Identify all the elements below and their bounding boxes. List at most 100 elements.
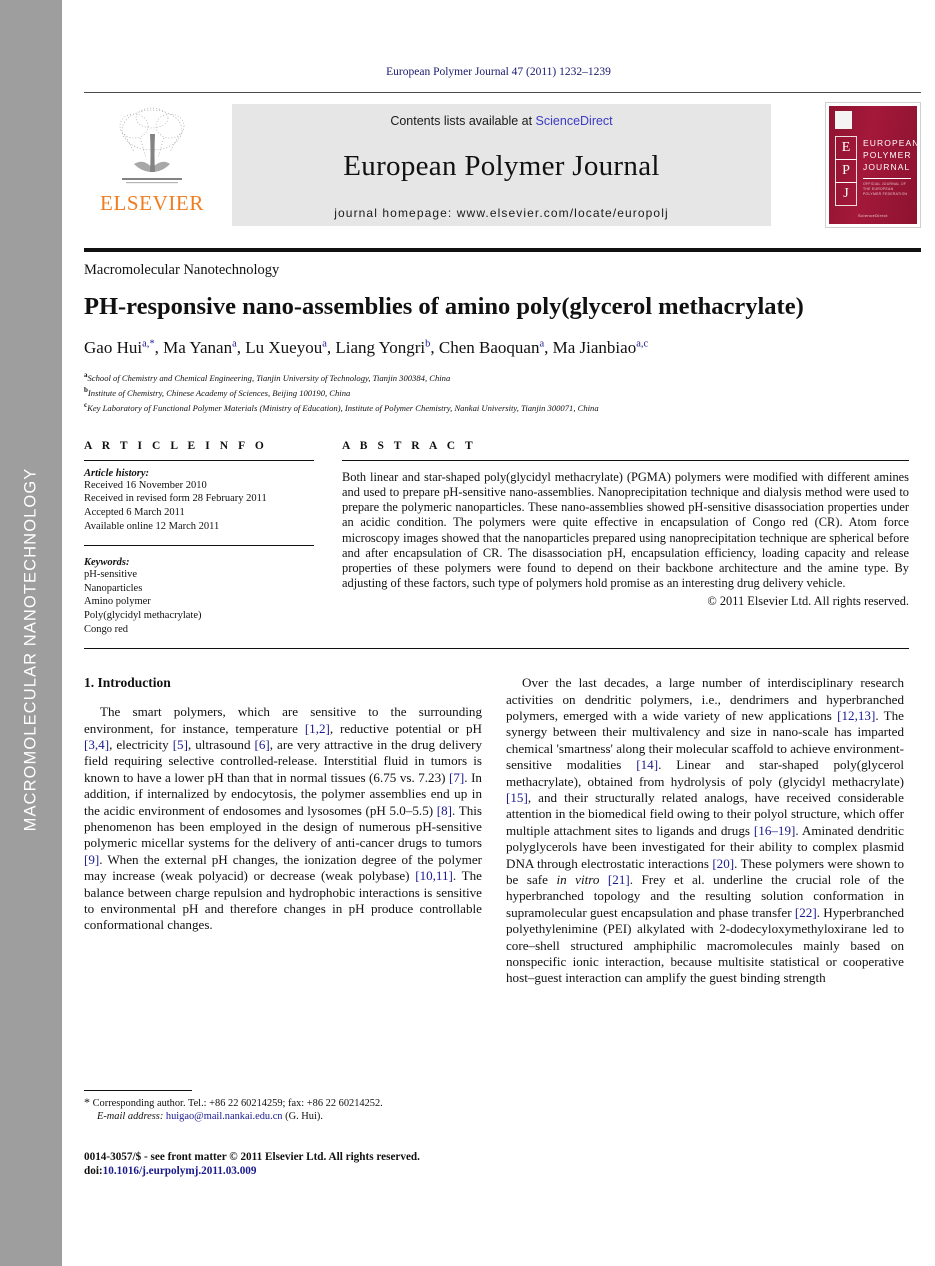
abstract-copyright: © 2011 Elsevier Ltd. All rights reserved… (707, 594, 909, 609)
cover-title-line-3: JOURNAL (863, 162, 911, 172)
abstract-rule (342, 459, 909, 461)
email-link[interactable]: huigao@mail.nankai.edu.cn (166, 1111, 283, 1122)
article-info-heading: A R T I C L E I N F O (84, 439, 268, 452)
doi-label: doi: (84, 1165, 103, 1178)
keyword-item: Nanoparticles (84, 582, 143, 594)
cover-divider (863, 178, 911, 179)
cover-title-line-1: EUROPEAN (863, 138, 917, 148)
cover-title-line-2: POLYMER (863, 150, 912, 160)
abstract-bottom-rule (84, 648, 909, 650)
author-list: Gao Huia,*, Ma Yanana, Lu Xueyoua, Liang… (84, 337, 649, 357)
keyword-item: Amino polymer (84, 596, 151, 608)
contents-available-line: Contents lists available at ScienceDirec… (232, 104, 771, 128)
footnote-rule (84, 1090, 192, 1091)
sidebar-vertical-label: MACROMOLECULAR NANOTECHNOLOGY (21, 467, 40, 832)
issn-frontmatter-line: 0014-3057/$ - see front matter © 2011 El… (84, 1151, 420, 1163)
journal-reference-line: European Polymer Journal 47 (2011) 1232–… (386, 66, 611, 78)
cover-subtitle: OFFICIAL JOURNAL OF THE EUROPEAN POLYMER… (863, 182, 908, 196)
email-note: E-mail address: huigao@mail.nankai.edu.c… (84, 1110, 482, 1123)
masthead-top-rule (84, 92, 921, 93)
cover-elsevier-mark-icon (835, 111, 852, 129)
footnote-block: * Corresponding author. Tel.: +86 22 602… (84, 1090, 482, 1123)
cover-letter-e: E (835, 136, 857, 160)
journal-cover-thumbnail: E P J EUROPEAN POLYMER JOURNAL OFFICIAL … (825, 102, 921, 228)
contents-prefix-text: Contents lists available at (390, 114, 536, 128)
article-title-block: Macromolecular Nanotechnology PH-respons… (84, 262, 909, 414)
citation-reference[interactable]: [10,11] (415, 868, 453, 883)
keyword-item: Congo red (84, 623, 129, 635)
citation-reference[interactable]: [5] (173, 737, 188, 752)
journal-cover-art: E P J EUROPEAN POLYMER JOURNAL OFFICIAL … (829, 106, 917, 224)
keyword-item: Poly(glycidyl methacrylate) (84, 609, 202, 621)
cover-epj-letters: E P J (835, 136, 857, 206)
doi-link[interactable]: 10.1016/j.eurpolymj.2011.03.009 (103, 1165, 257, 1177)
affiliation-text: Institute of Chemistry, Chinese Academy … (87, 387, 351, 398)
abstract-column: A B S T R A C T Both linear and star-sha… (342, 440, 909, 636)
citation-reference[interactable]: [1,2] (305, 721, 330, 736)
article-info-rule (84, 459, 314, 461)
cover-letter-j: J (835, 182, 857, 206)
journal-masthead: ELSEVIER Contents lists available at Sci… (84, 92, 921, 242)
affiliation-text: Key Laboratory of Functional Polymer Mat… (87, 402, 599, 413)
paragraph: Over the last decades, a large number of… (506, 675, 905, 986)
article-history-online: Available online 12 March 2011 (84, 520, 220, 532)
citation-reference[interactable]: [22] (795, 905, 817, 920)
abstract-text: Both linear and star-shaped poly(glycidy… (342, 469, 909, 591)
body-column-left: 1. Introduction The smart polymers, whic… (84, 675, 482, 987)
citation-reference[interactable]: [7] (449, 770, 464, 785)
citation-reference[interactable]: [9] (84, 852, 99, 867)
article-info-column: A R T I C L E I N F O Article history: R… (84, 440, 314, 636)
elsevier-wordmark: ELSEVIER (100, 191, 204, 215)
affiliation-list: aSchool of Chemistry and Chemical Engine… (84, 369, 909, 414)
page-title: PH-responsive nano-assemblies of amino p… (84, 293, 804, 320)
issn-doi-block: 0014-3057/$ - see front matter © 2011 El… (84, 1150, 504, 1179)
journal-title: European Polymer Journal (343, 150, 660, 182)
citation-reference[interactable]: [20] (712, 856, 734, 871)
section-kicker: Macromolecular Nanotechnology (84, 262, 280, 278)
citation-reference[interactable]: [3,4] (84, 737, 109, 752)
elsevier-logo: ELSEVIER (92, 104, 212, 214)
abstract-heading: A B S T R A C T (342, 439, 477, 452)
corresponding-author-marker: * (84, 1095, 90, 1109)
article-history-label: Article history: (84, 467, 150, 479)
corresponding-author-note: * Corresponding author. Tel.: +86 22 602… (84, 1095, 482, 1110)
body-columns: 1. Introduction The smart polymers, whic… (84, 675, 909, 987)
article-history-received: Received 16 November 2010 (84, 479, 207, 491)
cover-letter-p: P (835, 159, 857, 183)
citation-reference[interactable]: [15] (506, 790, 528, 805)
corresponding-author-text: Corresponding author. Tel.: +86 22 60214… (92, 1098, 383, 1109)
journal-homepage-link[interactable]: journal homepage: www.elsevier.com/locat… (232, 206, 771, 220)
info-abstract-row: A R T I C L E I N F O Article history: R… (84, 440, 909, 636)
email-suffix: (G. Hui). (285, 1111, 323, 1123)
affiliation-item: bInstitute of Chemistry, Chinese Academy… (84, 384, 909, 399)
keywords-label: Keywords: (84, 557, 130, 569)
affiliation-item: cKey Laboratory of Functional Polymer Ma… (84, 399, 909, 414)
keywords-rule (84, 545, 314, 547)
sciencedirect-link[interactable]: ScienceDirect (536, 114, 613, 128)
citation-reference[interactable]: [21] (608, 872, 630, 887)
citation-reference[interactable]: [6] (255, 737, 270, 752)
elsevier-tree-icon (119, 107, 185, 184)
cover-bottom-mark: ScienceDirect (858, 213, 888, 218)
keywords-block: Keywords: pH-sensitive Nanoparticles Ami… (84, 557, 314, 636)
citation-reference[interactable]: [8] (437, 803, 452, 818)
affiliation-text: School of Chemistry and Chemical Enginee… (87, 372, 451, 383)
macromolecular-nanotechnology-sidebar: MACROMOLECULAR NANOTECHNOLOGY (0, 0, 62, 1266)
citation-reference[interactable]: [14] (636, 757, 658, 772)
affiliation-item: aSchool of Chemistry and Chemical Engine… (84, 369, 909, 384)
citation-reference[interactable]: [16–19] (754, 823, 795, 838)
body-column-right: Over the last decades, a large number of… (506, 675, 904, 987)
doi-line: doi:10.1016/j.eurpolymj.2011.03.009 (84, 1164, 504, 1178)
citation-reference[interactable]: [12,13] (837, 708, 875, 723)
masthead-center-box: Contents lists available at ScienceDirec… (232, 104, 771, 226)
keyword-item: pH-sensitive (84, 569, 138, 581)
masthead-bottom-thick-rule (84, 248, 921, 252)
cover-title-block: EUROPEAN POLYMER JOURNAL (863, 137, 917, 173)
article-history-accepted: Accepted 6 March 2011 (84, 506, 185, 518)
article-history-revised: Received in revised form 28 February 201… (84, 493, 267, 505)
page-root: MACROMOLECULAR NANOTECHNOLOGY European P… (0, 0, 935, 1266)
page-content: European Polymer Journal 47 (2011) 1232–… (62, 0, 935, 1266)
paragraph: The smart polymers, which are sensitive … (84, 704, 482, 933)
section-heading-introduction: 1. Introduction (84, 675, 171, 691)
email-label: E-mail address: (97, 1111, 164, 1123)
